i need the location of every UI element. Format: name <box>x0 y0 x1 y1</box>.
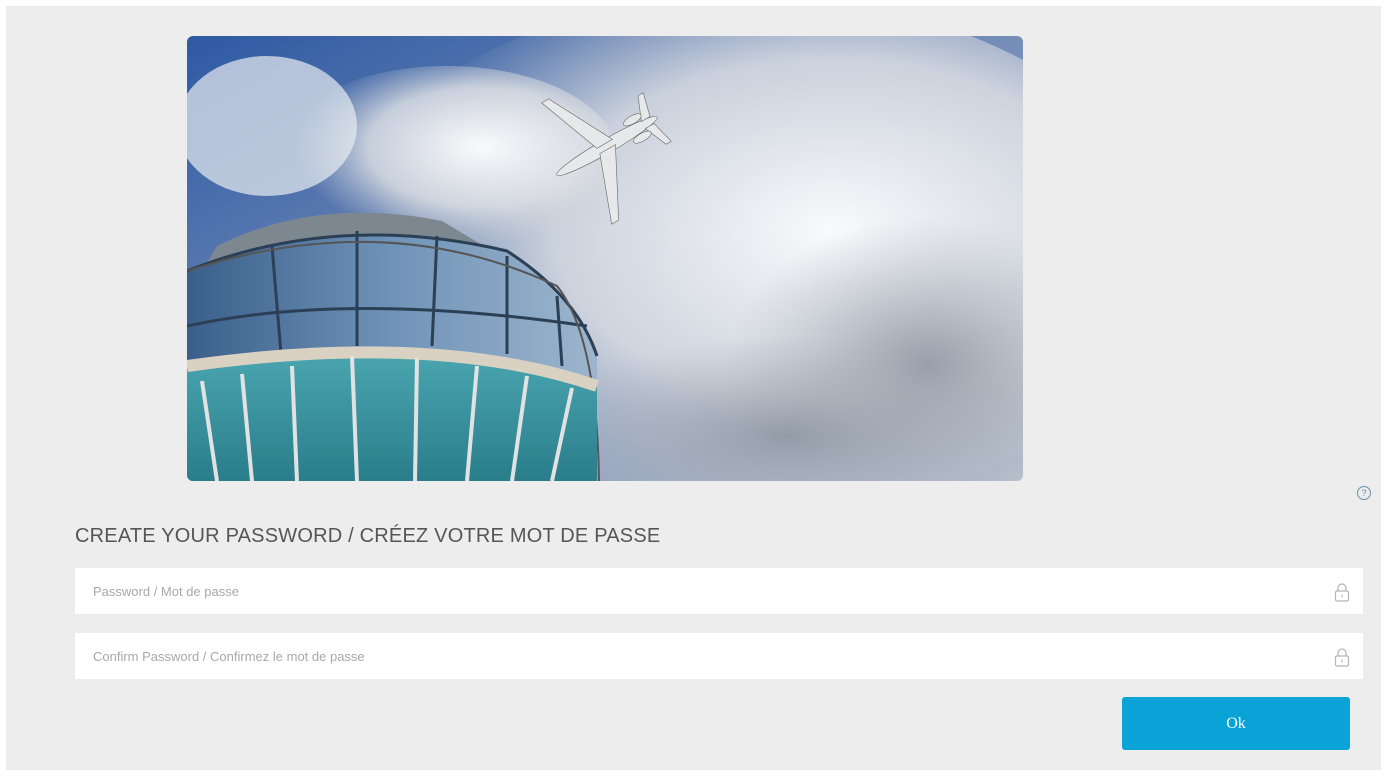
hero-image <box>187 36 1023 481</box>
ok-button[interactable]: Ok <box>1122 697 1350 750</box>
confirm-password-input[interactable] <box>75 633 1305 679</box>
control-tower-photo <box>187 36 1023 481</box>
form-title: CREATE YOUR PASSWORD / CRÉEZ VOTRE MOT D… <box>75 525 661 547</box>
password-input[interactable] <box>75 568 1305 614</box>
password-field <box>75 568 1363 614</box>
lock-icon <box>1334 583 1350 602</box>
help-icon[interactable]: ? <box>1357 486 1371 500</box>
page-panel: ? CREATE YOUR PASSWORD / CRÉEZ VOTRE MOT… <box>6 6 1381 770</box>
lock-icon <box>1334 648 1350 667</box>
confirm-password-field <box>75 633 1363 679</box>
